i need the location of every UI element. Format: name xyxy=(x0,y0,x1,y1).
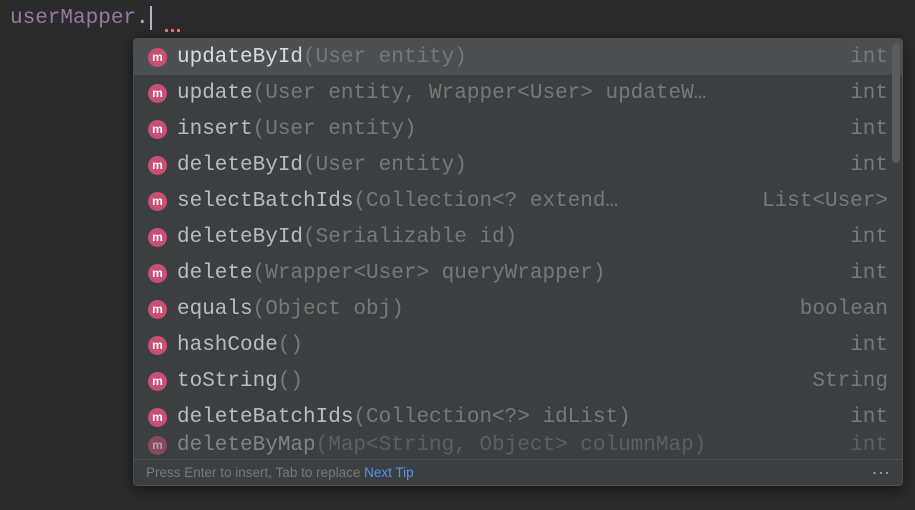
completion-item[interactable]: m toString() String xyxy=(134,363,902,399)
scrollbar-track[interactable] xyxy=(892,43,900,459)
completion-item[interactable]: m updateById(User entity) int xyxy=(134,39,902,75)
method-signature: deleteByMap(Map<String, Object> columnMa… xyxy=(177,434,830,457)
method-signature: deleteBatchIds(Collection<?> idList) xyxy=(177,406,830,429)
completion-item[interactable]: m equals(Object obj) boolean xyxy=(134,291,902,327)
completion-item[interactable]: m deleteBatchIds(Collection<?> idList) int xyxy=(134,399,902,435)
method-signature: toString() xyxy=(177,370,792,393)
return-type: int xyxy=(850,118,888,141)
return-type: int xyxy=(850,226,888,249)
completion-item[interactable]: m deleteById(User entity) int xyxy=(134,147,902,183)
completion-item[interactable]: m hashCode() int xyxy=(134,327,902,363)
return-type: int xyxy=(850,434,888,457)
method-signature: insert(User entity) xyxy=(177,118,830,141)
scrollbar-thumb[interactable] xyxy=(892,43,900,163)
error-squiggle xyxy=(165,29,183,32)
code-identifier: userMapper xyxy=(10,7,136,30)
method-signature: selectBatchIds(Collection<? extend… xyxy=(177,190,742,213)
method-signature: equals(Object obj) xyxy=(177,298,780,321)
method-icon: m xyxy=(148,156,167,175)
return-type: int xyxy=(850,262,888,285)
method-icon: m xyxy=(148,336,167,355)
method-signature: deleteById(User entity) xyxy=(177,154,830,177)
completion-list[interactable]: m updateById(User entity) int m update(User … xyxy=(134,39,902,459)
return-type: int xyxy=(850,334,888,357)
method-icon: m xyxy=(148,300,167,319)
return-type: int xyxy=(850,46,888,69)
return-type: int xyxy=(850,154,888,177)
text-cursor xyxy=(150,6,152,30)
return-type: int xyxy=(850,406,888,429)
method-signature: hashCode() xyxy=(177,334,830,357)
return-type: int xyxy=(850,82,888,105)
method-signature: delete(Wrapper<User> queryWrapper) xyxy=(177,262,830,285)
completion-item[interactable]: m deleteByMap(Map<String, Object> columnM… xyxy=(134,435,902,459)
return-type: List<User> xyxy=(762,190,888,213)
completion-item[interactable]: m insert(User entity) int xyxy=(134,111,902,147)
completion-item[interactable]: m delete(Wrapper<User> queryWrapper) int xyxy=(134,255,902,291)
method-signature: update(User entity, Wrapper<User> update… xyxy=(177,82,830,105)
editor-line[interactable]: userMapper. xyxy=(0,0,915,36)
method-icon: m xyxy=(148,436,167,455)
method-icon: m xyxy=(148,48,167,67)
method-icon: m xyxy=(148,228,167,247)
next-tip-link[interactable]: Next Tip xyxy=(364,465,414,480)
method-signature: deleteById(Serializable id) xyxy=(177,226,830,249)
method-icon: m xyxy=(148,192,167,211)
completion-popup: m updateById(User entity) int m update(User … xyxy=(133,38,903,486)
more-icon[interactable]: ⋮ xyxy=(872,464,890,481)
method-icon: m xyxy=(148,264,167,283)
completion-item[interactable]: m update(User entity, Wrapper<User> updat… xyxy=(134,75,902,111)
hint-text: Press Enter to insert, Tab to replace xyxy=(146,465,360,480)
method-icon: m xyxy=(148,120,167,139)
popup-footer: Press Enter to insert, Tab to replace Ne… xyxy=(134,459,902,485)
method-icon: m xyxy=(148,372,167,391)
method-icon: m xyxy=(148,84,167,103)
method-icon: m xyxy=(148,408,167,427)
method-signature: updateById(User entity) xyxy=(177,46,830,69)
return-type: String xyxy=(812,370,888,393)
code-dot: . xyxy=(136,7,149,30)
completion-item[interactable]: m selectBatchIds(Collection<? extend… List… xyxy=(134,183,902,219)
completion-item[interactable]: m deleteById(Serializable id) int xyxy=(134,219,902,255)
return-type: boolean xyxy=(800,298,888,321)
